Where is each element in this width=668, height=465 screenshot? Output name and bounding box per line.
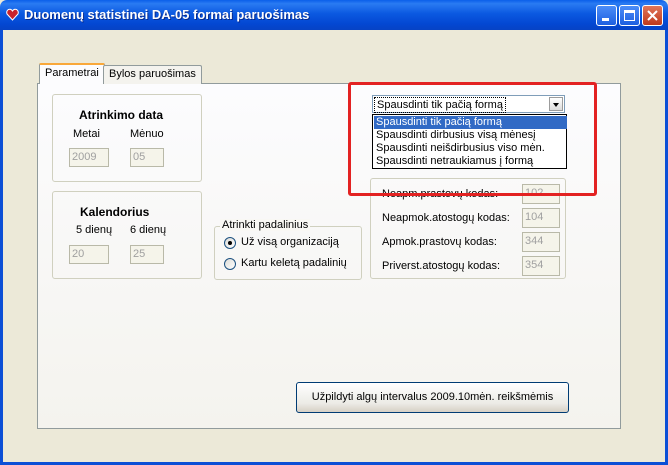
close-icon <box>647 10 658 21</box>
atrinkimo-data-title: Atrinkimo data <box>79 108 164 122</box>
tab-bylos-paruosimas[interactable]: Bylos paruošimas <box>103 65 202 84</box>
minimize-button[interactable] <box>596 5 617 26</box>
maximize-icon <box>624 10 635 21</box>
code-label-neapmok-atostogu: Neapmok.atostogų kodas: <box>382 212 510 224</box>
code-label-apmok-prastovu: Apmok.prastovų kodas: <box>382 236 497 248</box>
radio-keleta-padaliniu-label: Kartu keletą padalinių <box>241 257 347 269</box>
menuo-field[interactable]: 05 <box>130 148 164 167</box>
tab-parametrai[interactable]: Parametrai <box>39 63 105 84</box>
window-frame-left <box>0 30 3 465</box>
metai-label: Metai <box>73 128 100 140</box>
sesiu-dienu-field[interactable]: 25 <box>130 245 164 264</box>
radio-keleta-padaliniu[interactable]: Kartu keletą padalinių <box>224 257 356 271</box>
close-button[interactable] <box>642 5 663 26</box>
kalendorius-title: Kalendorius <box>80 205 150 219</box>
penkiu-dienu-field[interactable]: 20 <box>69 245 109 264</box>
padaliniai-group <box>214 226 362 280</box>
app-heart-icon <box>6 8 19 21</box>
minimize-icon <box>602 18 609 21</box>
menuo-label: Mėnuo <box>130 128 164 140</box>
radio-visa-organizacija[interactable]: Už visą organizaciją <box>224 236 356 250</box>
sesiu-dienu-label: 6 dienų <box>130 224 167 236</box>
window-title: Duomenų statistinei DA-05 formai paruoši… <box>24 7 310 22</box>
metai-field[interactable]: 2009 <box>69 148 109 167</box>
code-field-apmok-prastovu[interactable]: 344 <box>522 232 560 252</box>
radio-visa-organizacija-label: Už visą organizaciją <box>241 236 339 248</box>
title-bar[interactable]: Duomenų statistinei DA-05 formai paruoši… <box>0 0 668 30</box>
radio-unchecked-icon[interactable] <box>224 258 236 270</box>
maximize-button[interactable] <box>619 5 640 26</box>
code-label-priverst-atostogu: Priverst.atostogų kodas: <box>382 260 501 272</box>
radio-checked-icon[interactable] <box>224 237 236 249</box>
highlight-box <box>348 82 597 196</box>
fill-intervals-button[interactable]: Užpildyti algų intervalus 2009.10mėn. re… <box>296 382 569 413</box>
code-field-neapmok-atostogu[interactable]: 104 <box>522 208 560 228</box>
penkiu-dienu-label: 5 dienų <box>76 224 113 236</box>
padaliniai-legend: Atrinkti padalinius <box>220 219 311 231</box>
code-field-priverst-atostogu[interactable]: 354 <box>522 256 560 276</box>
